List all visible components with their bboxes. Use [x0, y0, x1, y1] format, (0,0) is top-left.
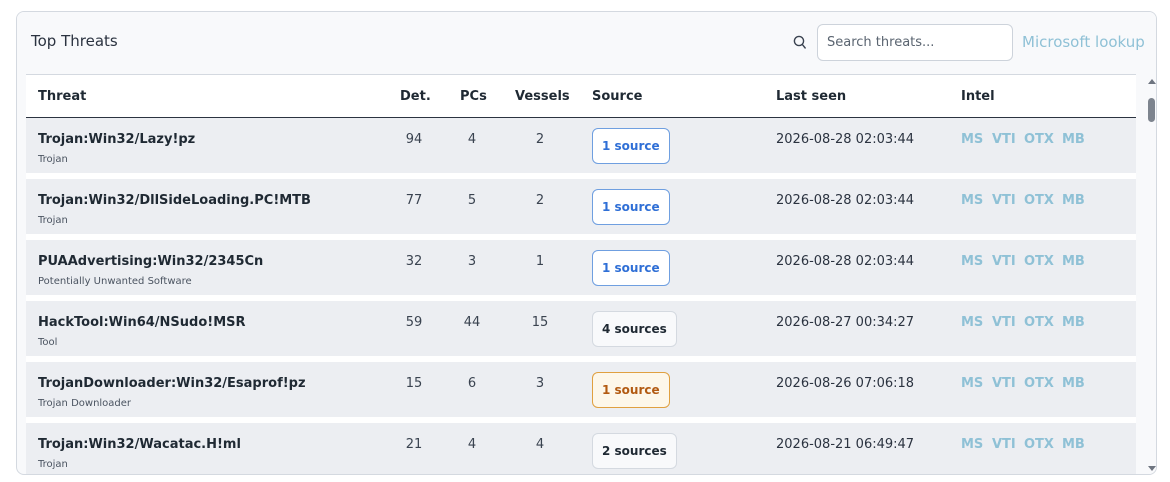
scroll-thumb[interactable]	[1148, 98, 1155, 122]
search-input[interactable]	[817, 24, 1013, 61]
detections-count: 15	[405, 376, 423, 391]
col-pcs[interactable]: PCs	[460, 89, 487, 104]
source-badge[interactable]: 1 source	[592, 372, 670, 408]
pcs-count: 4	[467, 132, 477, 147]
threat-category: Trojan	[38, 459, 68, 470]
intel-mb-link[interactable]: MB	[1062, 132, 1085, 147]
intel-ms-link[interactable]: MS	[961, 376, 983, 391]
card-header: Top Threats Microsoft lookup	[17, 12, 1156, 74]
table-row[interactable]: Trojan:Win32/Wacatac.H!ml Trojan 21 4 4 …	[26, 423, 1136, 474]
vessels-count: 15	[531, 315, 549, 330]
threat-category: Trojan	[38, 154, 68, 165]
intel-vti-link[interactable]: VTI	[992, 193, 1016, 208]
source-badge[interactable]: 1 source	[592, 189, 670, 225]
intel-mb-link[interactable]: MB	[1062, 254, 1085, 269]
intel-vti-link[interactable]: VTI	[992, 437, 1016, 452]
detections-count: 77	[405, 193, 423, 208]
threat-name[interactable]: Trojan:Win32/DllSideLoading.PC!MTB	[38, 193, 311, 208]
intel-mb-link[interactable]: MB	[1062, 193, 1085, 208]
intel-otx-link[interactable]: OTX	[1024, 437, 1054, 452]
detections-count: 21	[405, 437, 423, 452]
last-seen: 2026-08-27 00:34:27	[776, 315, 915, 330]
threat-category: Tool	[38, 337, 58, 348]
intel-otx-link[interactable]: OTX	[1024, 376, 1054, 391]
threat-name[interactable]: Trojan:Win32/Wacatac.H!ml	[38, 437, 241, 452]
intel-otx-link[interactable]: OTX	[1024, 193, 1054, 208]
intel-ms-link[interactable]: MS	[961, 437, 983, 452]
card-title: Top Threats	[31, 32, 118, 50]
microsoft-lookup-link[interactable]: Microsoft lookup	[1022, 33, 1145, 51]
intel-vti-link[interactable]: VTI	[992, 376, 1016, 391]
threat-name[interactable]: Trojan:Win32/Lazy!pz	[38, 132, 195, 147]
table-scrollbar[interactable]	[1146, 74, 1156, 474]
intel-otx-link[interactable]: OTX	[1024, 315, 1054, 330]
detections-count: 59	[405, 315, 423, 330]
intel-vti-link[interactable]: VTI	[992, 132, 1016, 147]
last-seen: 2026-08-28 02:03:44	[776, 132, 915, 147]
vessels-count: 2	[535, 132, 545, 147]
col-last-seen[interactable]: Last seen	[776, 89, 846, 104]
detections-count: 94	[405, 132, 423, 147]
threat-name[interactable]: HackTool:Win64/NSudo!MSR	[38, 315, 246, 330]
table-row[interactable]: PUAAdvertising:Win32/2345Cn Potentially …	[26, 240, 1136, 298]
vessels-count: 4	[535, 437, 545, 452]
scroll-up-arrow-icon[interactable]	[1148, 79, 1156, 84]
source-badge[interactable]: 2 sources	[592, 433, 677, 469]
pcs-count: 44	[463, 315, 481, 330]
col-vessels[interactable]: Vessels	[515, 89, 570, 104]
threat-name[interactable]: PUAAdvertising:Win32/2345Cn	[38, 254, 263, 269]
vessels-count: 1	[535, 254, 545, 269]
threat-category: Trojan Downloader	[38, 398, 132, 409]
intel-ms-link[interactable]: MS	[961, 132, 983, 147]
threats-table: Threat Det. PCs Vessels Source Last seen…	[26, 74, 1136, 474]
threat-category: Trojan	[38, 215, 68, 226]
intel-vti-link[interactable]: VTI	[992, 315, 1016, 330]
search-icon	[793, 35, 806, 49]
source-badge[interactable]: 1 source	[592, 128, 670, 164]
table-row[interactable]: Trojan:Win32/Lazy!pz Trojan 94 4 2 1 sou…	[26, 118, 1136, 176]
intel-ms-link[interactable]: MS	[961, 254, 983, 269]
source-badge[interactable]: 1 source	[592, 250, 670, 286]
pcs-count: 5	[467, 193, 477, 208]
col-source[interactable]: Source	[592, 89, 642, 104]
source-badge[interactable]: 4 sources	[592, 311, 677, 347]
vessels-count: 3	[535, 376, 545, 391]
intel-vti-link[interactable]: VTI	[992, 254, 1016, 269]
intel-otx-link[interactable]: OTX	[1024, 254, 1054, 269]
intel-ms-link[interactable]: MS	[961, 193, 983, 208]
threat-category: Potentially Unwanted Software	[38, 276, 192, 287]
table-header: Threat Det. PCs Vessels Source Last seen…	[26, 75, 1136, 118]
col-det[interactable]: Det.	[400, 89, 431, 104]
table-row[interactable]: TrojanDownloader:Win32/Esaprof!pz Trojan…	[26, 362, 1136, 420]
col-threat[interactable]: Threat	[38, 89, 86, 104]
table-row[interactable]: HackTool:Win64/NSudo!MSR Tool 59 44 15 4…	[26, 301, 1136, 359]
scroll-down-arrow-icon[interactable]	[1148, 466, 1156, 471]
detections-count: 32	[405, 254, 423, 269]
intel-mb-link[interactable]: MB	[1062, 315, 1085, 330]
last-seen: 2026-08-28 02:03:44	[776, 254, 915, 269]
last-seen: 2026-08-26 07:06:18	[776, 376, 915, 391]
table-row[interactable]: Trojan:Win32/DllSideLoading.PC!MTB Troja…	[26, 179, 1136, 237]
pcs-count: 6	[467, 376, 477, 391]
intel-mb-link[interactable]: MB	[1062, 376, 1085, 391]
intel-ms-link[interactable]: MS	[961, 315, 983, 330]
top-threats-card: Top Threats Microsoft lookup Threat Det.…	[16, 11, 1157, 475]
last-seen: 2026-08-21 06:49:47	[776, 437, 915, 452]
vessels-count: 2	[535, 193, 545, 208]
threat-name[interactable]: TrojanDownloader:Win32/Esaprof!pz	[38, 376, 306, 391]
pcs-count: 3	[467, 254, 477, 269]
last-seen: 2026-08-28 02:03:44	[776, 193, 915, 208]
pcs-count: 4	[467, 437, 477, 452]
intel-mb-link[interactable]: MB	[1062, 437, 1085, 452]
col-intel[interactable]: Intel	[961, 89, 995, 104]
intel-otx-link[interactable]: OTX	[1024, 132, 1054, 147]
